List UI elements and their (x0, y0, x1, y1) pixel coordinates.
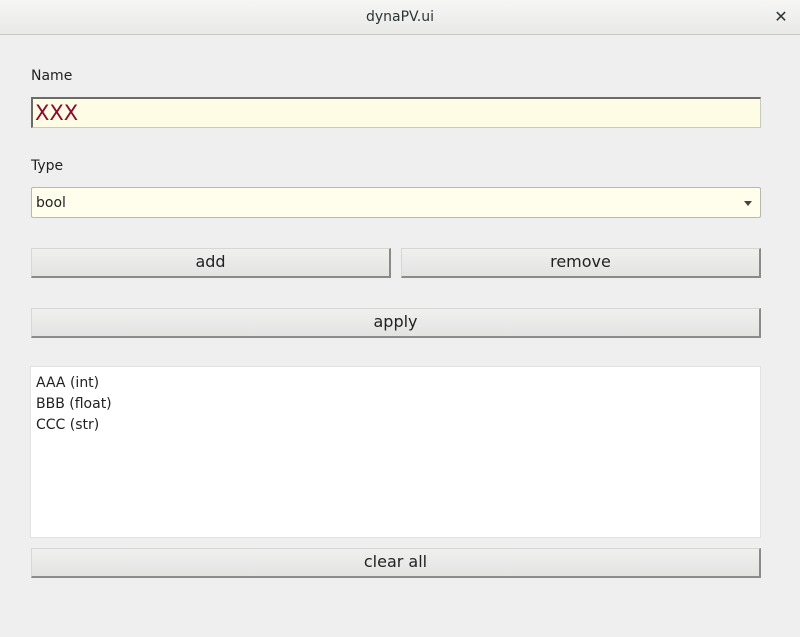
apply-button[interactable]: apply (31, 308, 761, 338)
close-icon[interactable]: ✕ (772, 8, 790, 26)
type-select[interactable]: bool (31, 187, 761, 218)
type-selected-value: bool (36, 195, 66, 211)
name-input[interactable]: XXX (31, 97, 761, 128)
window-title: dynaPV.ui (365, 9, 435, 25)
type-label: Type (31, 158, 64, 174)
list-item[interactable]: AAA (int) (36, 373, 755, 394)
app-window: dynaPV.ui ✕ Name XXX Type bool add remov… (0, 0, 800, 637)
add-button[interactable]: add (31, 248, 391, 278)
clear-all-button[interactable]: clear all (31, 548, 761, 578)
remove-button[interactable]: remove (401, 248, 761, 278)
list-item[interactable]: CCC (str) (36, 415, 755, 436)
chevron-down-icon (744, 201, 752, 206)
list-item[interactable]: BBB (float) (36, 394, 755, 415)
name-label: Name (31, 68, 73, 84)
title-bar[interactable]: dynaPV.ui ✕ (0, 0, 800, 35)
variable-list[interactable]: AAA (int) BBB (float) CCC (str) (30, 366, 761, 538)
